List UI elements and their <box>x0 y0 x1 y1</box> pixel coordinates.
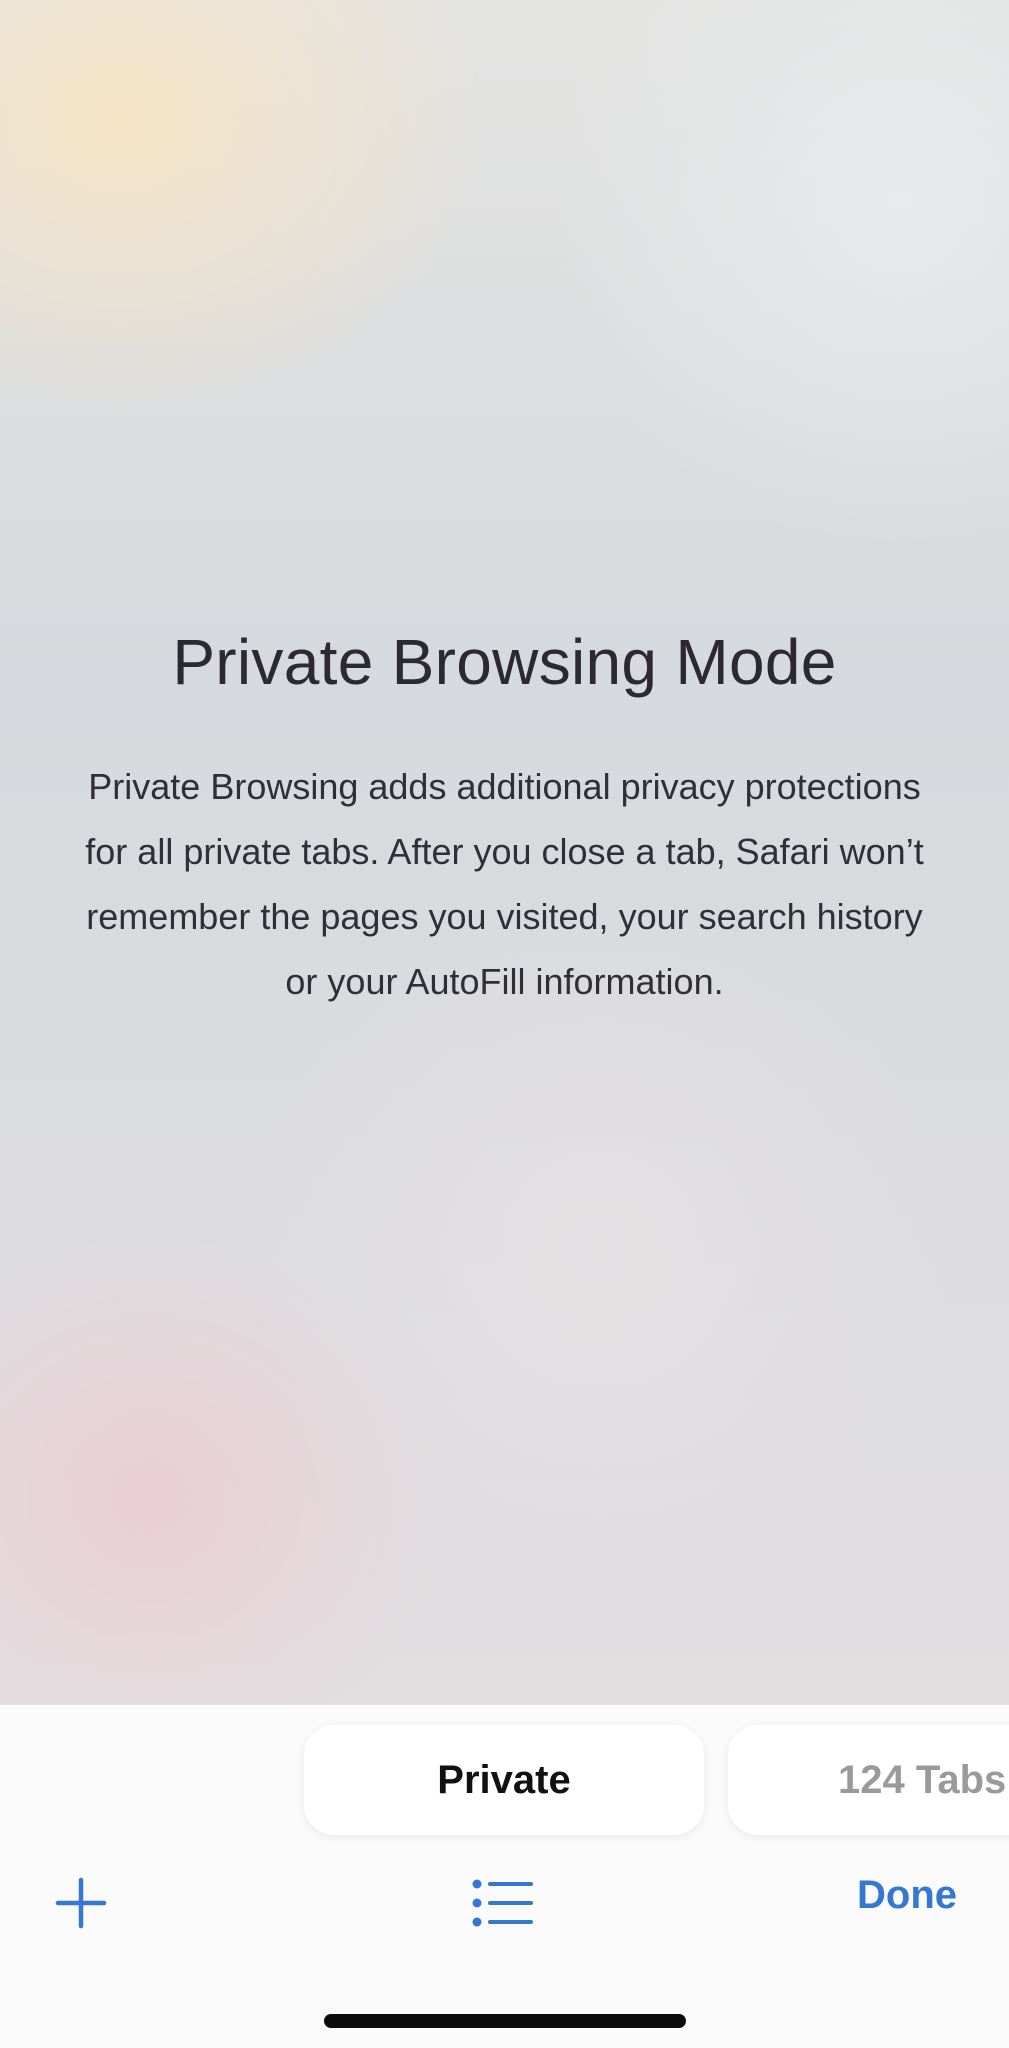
list-icon <box>472 1879 533 1927</box>
private-browsing-description: Private Browsing adds additional privacy… <box>85 766 924 1002</box>
private-browsing-info: Private Browsing Mode Private Browsing a… <box>0 620 1009 1014</box>
tab-group-private-label: Private <box>437 1757 571 1802</box>
tab-group-tabs[interactable]: 124 Tabs <box>728 1725 1009 1835</box>
new-tab-button[interactable] <box>55 1877 107 1929</box>
page-title: Private Browsing Mode <box>172 626 837 698</box>
tab-groups-button[interactable] <box>472 1878 534 1928</box>
home-indicator[interactable] <box>324 2014 686 2028</box>
tab-toolbar: Private 124 Tabs Done <box>0 1704 1009 2048</box>
done-button[interactable]: Done <box>857 1873 957 1918</box>
screen: Private Browsing Mode Private Browsing a… <box>0 0 1009 2048</box>
tab-group-tabs-label: 124 Tabs <box>838 1757 1007 1802</box>
plus-icon <box>55 1877 107 1929</box>
tab-group-private[interactable]: Private <box>304 1725 704 1835</box>
